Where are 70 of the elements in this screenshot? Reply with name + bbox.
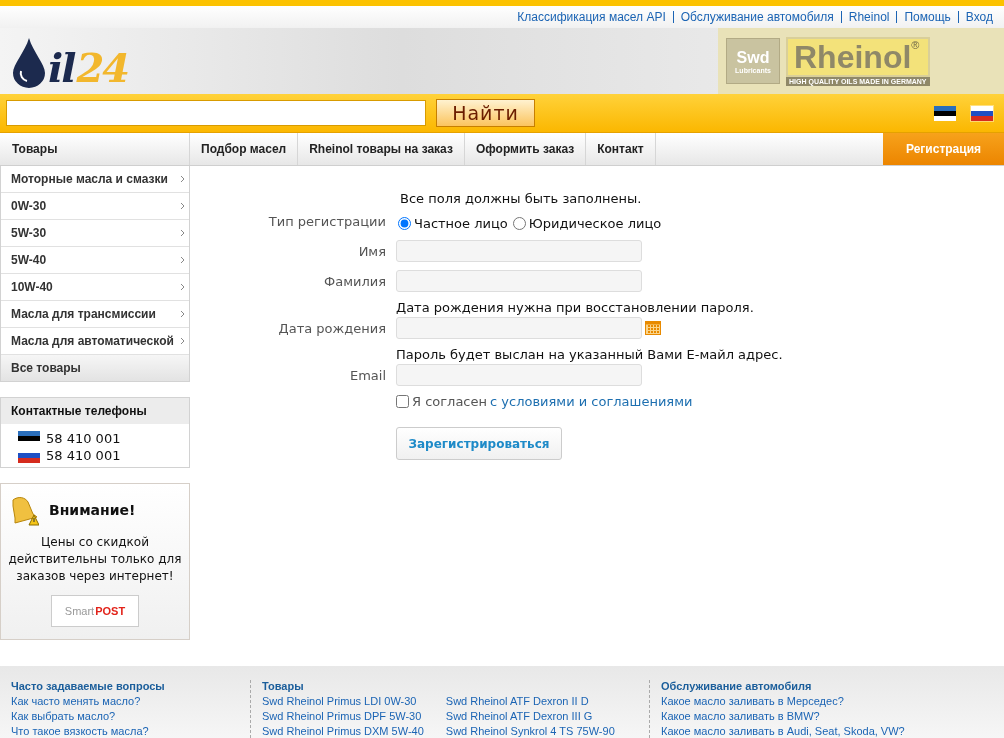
footer-link[interactable]: Swd Rheinol Primus DXM 5W-40	[262, 724, 424, 738]
nav-tab[interactable]: Подбор масел	[190, 133, 299, 165]
field-label: Фамилия	[323, 274, 386, 291]
top-link[interactable]: Классификация масел API	[509, 11, 673, 23]
form-intro: Все поля должны быть заполнены.	[399, 191, 643, 206]
footer-link[interactable]: Что такое вязкость масла?	[11, 724, 149, 738]
category-link[interactable]: Все товары	[1, 355, 189, 381]
nav-tab[interactable]: Контакт	[586, 133, 656, 165]
top-link[interactable]: Rheinol	[840, 11, 897, 23]
smartpost-logo: SmartPOST	[51, 595, 139, 627]
footer-link[interactable]: Как выбрать масло?	[11, 709, 149, 724]
language-button[interactable]	[970, 104, 994, 122]
footer-link[interactable]: Какое масло заливать в BMW?	[661, 709, 905, 724]
flag-icon	[971, 105, 993, 121]
footer-link[interactable]: Какое масло заливать в Мерседес?	[661, 694, 905, 709]
oil-drop-icon	[12, 38, 46, 88]
register-button[interactable]: Зарегистрироваться	[396, 427, 562, 460]
top-link[interactable]: Помощь	[896, 11, 958, 23]
input-field[interactable]	[396, 270, 642, 292]
contacts-heading: Контактные телефоны	[1, 398, 189, 424]
chevron-icon	[180, 256, 185, 264]
chevron-icon	[180, 175, 185, 183]
footer-link[interactable]: Swd Rheinol ATF Dexron II D	[445, 694, 615, 709]
footer-link[interactable]: Как часто менять масло?	[11, 694, 149, 709]
chevron-icon	[180, 283, 185, 291]
field-label: Email	[348, 368, 386, 385]
field-label: Дата рождения	[277, 321, 386, 338]
footer-heading: Часто задаваемые вопросы	[11, 680, 166, 692]
chevron-icon	[180, 337, 185, 345]
flag-icon	[934, 105, 956, 121]
footer-heading: Обслуживание автомобиля	[661, 680, 813, 692]
footer-link[interactable]: Swd Rheinol Synkrol 4 TS 75W-90	[445, 724, 615, 738]
chevron-icon	[180, 310, 185, 318]
search-field[interactable]	[6, 100, 426, 126]
brand-logo: Rheinol®	[786, 36, 930, 77]
agree-label: Я согласен	[412, 394, 488, 409]
search-button[interactable]: Найти	[436, 99, 535, 127]
field-label: Тип регистрации	[267, 214, 386, 231]
nav-tab[interactable]: Rheinol товары на заказ	[298, 133, 465, 165]
logo-number: 24	[76, 48, 129, 88]
input-field[interactable]	[396, 317, 642, 339]
radio-label: Частное лицо	[414, 215, 508, 231]
logo-text: il	[48, 48, 75, 88]
chevron-icon	[180, 229, 185, 237]
catalog-heading: Товары	[0, 133, 190, 165]
footer-link[interactable]: Какое масло заливать в Audi, Seat, Skoda, VW?	[661, 724, 905, 738]
field-hint: Дата рождения нужна при восстановлении пароля.	[396, 300, 755, 315]
input-field[interactable]	[396, 364, 642, 386]
footer-link[interactable]: Swd Rheinol Primus LDI 0W-30	[262, 694, 424, 709]
chevron-icon	[180, 202, 185, 210]
language-button[interactable]	[933, 104, 957, 122]
nav-tab[interactable]: Оформить заказ	[464, 133, 587, 165]
notice-title: Внимание!	[49, 502, 136, 518]
radio-button[interactable]	[512, 216, 526, 230]
footer-link[interactable]: Swd Rheinol ATF Dexron III G	[445, 709, 615, 724]
top-link[interactable]: Вход	[957, 11, 1000, 23]
top-link[interactable]: Обслуживание автомобиля	[672, 11, 841, 23]
field-hint: Пароль будет выслан на указанный Вами E-майл адрес.	[396, 347, 784, 362]
terms-link[interactable]: с условиями и соглашениями	[490, 394, 693, 409]
agree-checkbox[interactable]	[396, 395, 409, 408]
footer-heading: Товары	[262, 680, 305, 692]
radio-label: Юридическое лицо	[528, 215, 662, 231]
phone-number: 58 410 001	[46, 431, 121, 446]
notice-text: Цены со скидкой действительны только для заказов через интернет!	[7, 534, 183, 585]
phone-number: 58 410 001	[46, 448, 121, 463]
footer-link[interactable]: Swd Rheinol Primus DPF 5W-30	[262, 709, 424, 724]
field-label: Имя	[357, 244, 386, 261]
calendar-icon[interactable]	[645, 321, 661, 335]
input-field[interactable]	[396, 240, 642, 262]
radio-button[interactable]	[398, 216, 411, 230]
